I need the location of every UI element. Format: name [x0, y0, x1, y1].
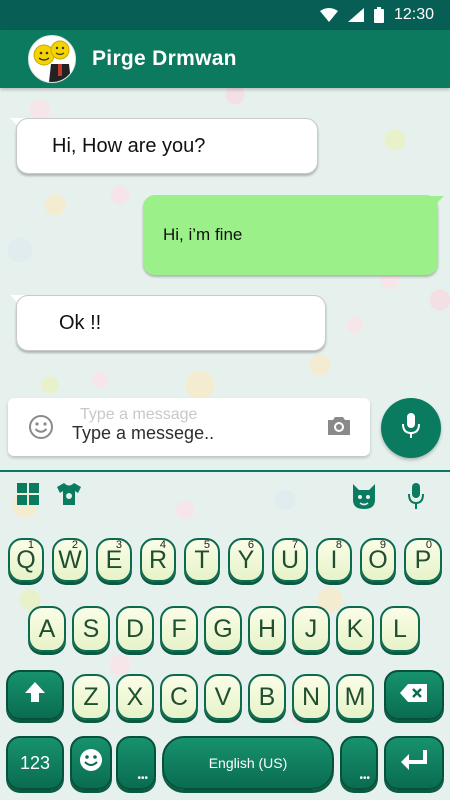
backspace-icon — [399, 681, 429, 710]
key-label: K — [346, 614, 364, 643]
shift-key[interactable] — [6, 670, 64, 720]
key-label: 123 — [19, 752, 51, 773]
key-x[interactable]: X — [116, 674, 154, 720]
comma-key[interactable]: ••• — [116, 736, 156, 790]
key-f[interactable]: F — [160, 606, 198, 652]
key-k[interactable]: K — [336, 606, 374, 652]
key-y[interactable]: 6Y — [228, 538, 264, 582]
key-hint: 1 — [27, 539, 34, 551]
cat-emoji-icon[interactable] — [350, 482, 378, 510]
key-r[interactable]: 4R — [140, 538, 176, 582]
enter-key[interactable] — [384, 736, 444, 790]
key-label: J — [304, 614, 318, 643]
key-s[interactable]: S — [72, 606, 110, 652]
key-label: M — [344, 682, 366, 711]
key-o[interactable]: 9O — [360, 538, 396, 582]
key-label: X — [126, 682, 144, 711]
camera-icon[interactable] — [326, 415, 352, 442]
key-hint: 8 — [335, 539, 342, 551]
emoji-icon — [78, 747, 104, 780]
key-label: V — [214, 682, 232, 711]
emoji-icon[interactable] — [28, 414, 54, 445]
key-hint: 2 — [71, 539, 78, 551]
contact-name[interactable]: Pirge Drmwan — [92, 47, 237, 71]
key-p[interactable]: 0P — [404, 538, 442, 582]
key-hint: 9 — [379, 539, 386, 551]
battery-icon — [373, 7, 384, 23]
tshirt-icon[interactable] — [56, 482, 82, 506]
message-incoming[interactable]: Hi, How are you? — [16, 118, 318, 174]
message-text: Ok !! — [59, 311, 102, 334]
space-label: English (US) — [208, 755, 288, 771]
shift-icon — [23, 680, 47, 711]
signal-icon — [347, 8, 364, 22]
mic-icon[interactable] — [408, 482, 424, 510]
avatar[interactable] — [28, 35, 76, 83]
key-label: S — [82, 614, 100, 643]
key-c[interactable]: C — [160, 674, 198, 720]
status-time: 12:30 — [393, 6, 434, 23]
emoji-key[interactable] — [70, 736, 112, 790]
period-key[interactable]: ••• — [340, 736, 378, 790]
key-v[interactable]: V — [204, 674, 242, 720]
key-l[interactable]: L — [380, 606, 420, 652]
message-outgoing[interactable]: Hi, i’m fine — [143, 195, 438, 275]
message-input[interactable] — [72, 420, 312, 446]
key-hint: 3 — [115, 539, 122, 551]
key-label: L — [393, 614, 407, 643]
key-label: G — [213, 614, 233, 643]
message-text: Hi, i’m fine — [163, 225, 243, 244]
key-a[interactable]: A — [28, 606, 66, 652]
key-hint: 7 — [291, 539, 298, 551]
key-hint: 6 — [247, 539, 254, 551]
key-z[interactable]: Z — [72, 674, 110, 720]
backspace-key[interactable] — [384, 670, 444, 720]
more-dots-icon: ••• — [137, 773, 148, 784]
enter-icon — [399, 748, 429, 779]
key-hint: 0 — [425, 539, 432, 551]
mic-icon — [401, 412, 421, 445]
space-key[interactable]: English (US) — [162, 736, 334, 790]
key-d[interactable]: D — [116, 606, 154, 652]
numbers-key[interactable]: 123 — [6, 736, 64, 790]
key-label: D — [125, 614, 145, 643]
chat-header: Pirge Drmwan — [0, 30, 450, 88]
key-w[interactable]: 2W — [52, 538, 88, 582]
key-j[interactable]: J — [292, 606, 330, 652]
key-e[interactable]: 3E — [96, 538, 132, 582]
message-text: Hi, How are you? — [52, 134, 206, 157]
mic-button[interactable] — [381, 398, 441, 458]
key-label: N — [301, 682, 321, 711]
key-label: W — [58, 545, 82, 574]
key-hint: 5 — [203, 539, 210, 551]
key-hint: 4 — [159, 539, 166, 551]
key-label: F — [171, 614, 187, 643]
key-h[interactable]: H — [248, 606, 286, 652]
key-g[interactable]: G — [204, 606, 242, 652]
key-label: A — [38, 614, 56, 643]
key-i[interactable]: 8I — [316, 538, 352, 582]
grid-icon[interactable] — [16, 482, 40, 506]
message-incoming[interactable]: Ok !! — [16, 295, 326, 351]
keyboard-divider — [0, 470, 450, 472]
keyboard-toolbar — [0, 474, 450, 518]
status-bar: 12:30 — [0, 0, 450, 30]
key-m[interactable]: M — [336, 674, 374, 720]
key-label: Z — [83, 682, 99, 711]
key-t[interactable]: 5T — [184, 538, 220, 582]
key-label: H — [257, 614, 277, 643]
message-composer: Type a message — [8, 398, 370, 456]
more-dots-icon: ••• — [359, 773, 370, 784]
key-b[interactable]: B — [248, 674, 286, 720]
key-n[interactable]: N — [292, 674, 330, 720]
key-q[interactable]: 1Q — [8, 538, 44, 582]
key-u[interactable]: 7U — [272, 538, 308, 582]
key-label: B — [258, 682, 276, 711]
key-label: C — [169, 682, 189, 711]
wifi-icon — [319, 8, 338, 22]
